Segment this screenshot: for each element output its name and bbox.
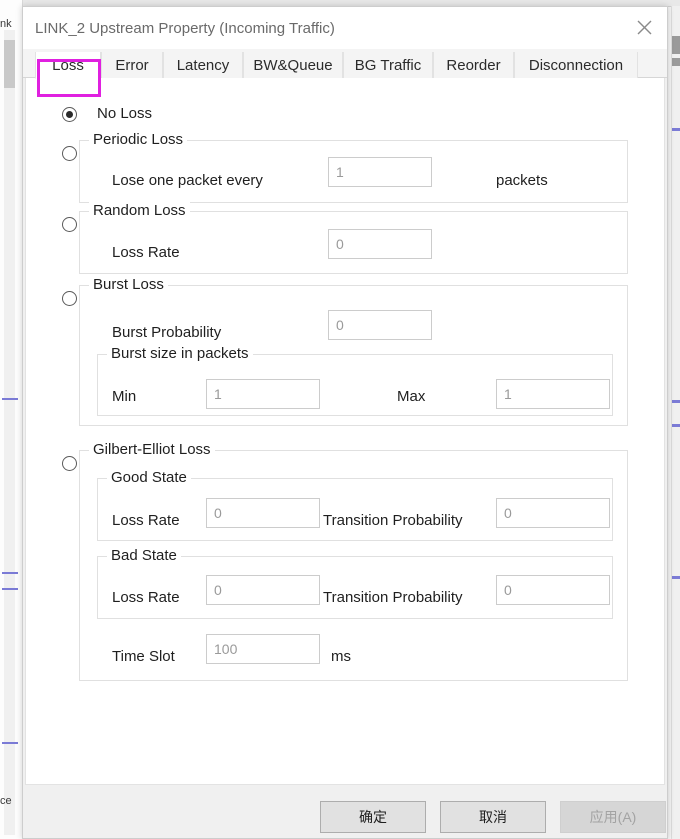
input-burst-probability[interactable]: 0: [328, 310, 432, 340]
tab-disconnection[interactable]: Disconnection: [514, 52, 638, 79]
label-lose-one-packet-every: Lose one packet every: [112, 172, 263, 189]
radio-gilbert-elliot-loss[interactable]: [62, 456, 77, 471]
loss-tab-pane: No Loss Periodic Loss Lose one packet ev…: [25, 78, 665, 785]
input-good-state-loss-rate[interactable]: 0: [206, 498, 320, 528]
background-divider-line: [2, 572, 18, 574]
tab-label: Reorder: [446, 57, 501, 74]
radio-periodic-loss[interactable]: [62, 146, 77, 161]
label-burst-probability: Burst Probability: [112, 324, 222, 341]
tab-latency[interactable]: Latency: [163, 52, 243, 79]
background-scrollbar-track[interactable]: [4, 30, 15, 835]
group-title-gilbert-elliot-loss: Gilbert-Elliot Loss: [89, 441, 215, 458]
tab-label: Loss: [52, 56, 84, 74]
input-bad-state-transition-probability[interactable]: 0: [496, 575, 610, 605]
input-time-slot[interactable]: 100: [206, 634, 320, 664]
background-scrollbar-thumb[interactable]: [4, 40, 15, 88]
group-title-bad-state: Bad State: [107, 547, 181, 564]
input-good-state-transition-probability[interactable]: 0: [496, 498, 610, 528]
background-text-fragment-bottom: ce: [0, 795, 12, 807]
background-divider-line: [2, 398, 18, 400]
radio-random-loss[interactable]: [62, 217, 77, 232]
background-right-line: [672, 424, 680, 427]
label-good-state-loss-rate: Loss Rate: [112, 512, 180, 529]
label-good-state-transition-probability: Transition Probability: [323, 512, 463, 529]
input-burst-size-min[interactable]: 1: [206, 379, 320, 409]
label-random-loss-rate: Loss Rate: [112, 244, 180, 261]
dialog-title: LINK_2 Upstream Property (Incoming Traff…: [35, 20, 335, 37]
dialog-titlebar: LINK_2 Upstream Property (Incoming Traff…: [23, 7, 667, 50]
label-bad-state-loss-rate: Loss Rate: [112, 589, 180, 606]
background-right-block: [672, 58, 680, 66]
background-right-line: [672, 400, 680, 403]
background-right-line: [672, 128, 680, 131]
group-title-random-loss: Random Loss: [89, 202, 190, 219]
screen: nk ce LINK_2 Upstream Property (Incoming…: [0, 0, 680, 839]
cancel-button[interactable]: 取消: [440, 801, 546, 833]
background-text-fragment-top: nk: [0, 18, 12, 30]
radio-burst-loss[interactable]: [62, 291, 77, 306]
group-title-periodic-loss: Periodic Loss: [89, 131, 188, 148]
tab-label: BG Traffic: [354, 57, 422, 74]
tab-label: Error: [115, 57, 149, 74]
apply-button: 应用(A): [560, 801, 666, 833]
group-title-good-state: Good State: [107, 469, 191, 486]
tab-loss[interactable]: Loss: [35, 52, 101, 79]
label-bad-state-transition-probability: Transition Probability: [323, 589, 463, 606]
unit-packets: packets: [496, 172, 548, 189]
label-no-loss: No Loss: [97, 105, 153, 122]
group-title-burst-loss: Burst Loss: [89, 276, 168, 293]
label-burst-size-min: Min: [112, 388, 137, 405]
background-divider-line: [2, 588, 18, 590]
tab-error[interactable]: Error: [101, 52, 163, 79]
label-time-slot: Time Slot: [112, 648, 175, 665]
tab-bw-queue[interactable]: BW&Queue: [243, 52, 343, 79]
tab-strip: Loss Error Latency BW&Queue BG Traffic R…: [23, 49, 667, 79]
tab-label: Latency: [176, 57, 230, 74]
background-right-line: [672, 576, 680, 579]
radio-no-loss[interactable]: [62, 107, 77, 122]
unit-milliseconds: ms: [331, 648, 351, 665]
ok-button[interactable]: 确定: [320, 801, 426, 833]
tab-label: BW&Queue: [253, 57, 333, 74]
close-icon[interactable]: [621, 7, 667, 47]
input-burst-size-max[interactable]: 1: [496, 379, 610, 409]
tab-reorder[interactable]: Reorder: [433, 52, 514, 79]
dialog-footer: 确定 取消 应用(A): [23, 785, 667, 838]
input-random-loss-rate[interactable]: 0: [328, 229, 432, 259]
group-title-burst-size: Burst size in packets: [107, 345, 253, 362]
tab-label: Disconnection: [528, 57, 624, 74]
input-bad-state-loss-rate[interactable]: 0: [206, 575, 320, 605]
input-lose-one-packet-every[interactable]: 1: [328, 157, 432, 187]
background-right-block: [672, 36, 680, 54]
label-burst-size-max: Max: [397, 388, 426, 405]
background-divider-line: [2, 742, 18, 744]
property-dialog: LINK_2 Upstream Property (Incoming Traff…: [22, 6, 668, 839]
tab-bg-traffic[interactable]: BG Traffic: [343, 52, 433, 79]
